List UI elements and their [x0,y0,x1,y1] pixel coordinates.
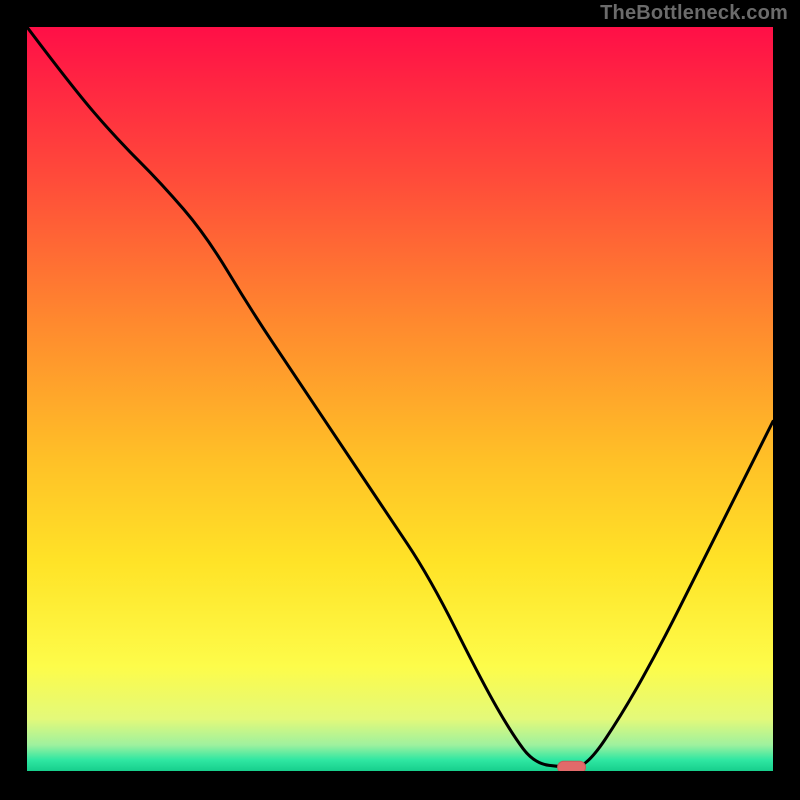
bottleneck-chart [0,0,800,800]
plot-background-gradient [27,27,773,771]
chart-container: { "watermark": { "text": "TheBottleneck.… [0,0,800,800]
watermark-text: TheBottleneck.com [600,2,788,25]
